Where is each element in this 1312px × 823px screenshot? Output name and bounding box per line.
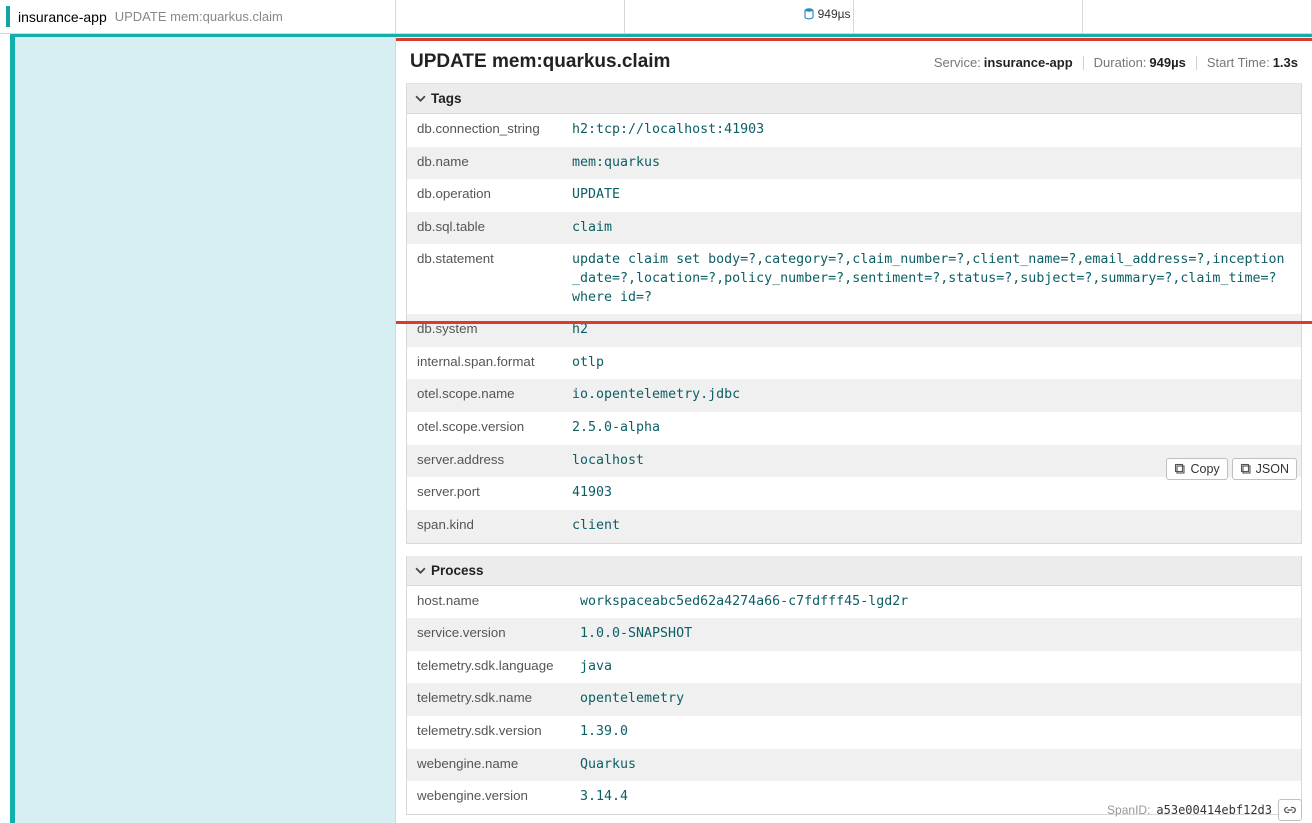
kv-row[interactable]: service.version1.0.0-SNAPSHOT [407, 618, 1301, 651]
service-label: Service: [934, 55, 981, 70]
kv-key: span.kind [417, 517, 572, 536]
kv-value: 41903 [572, 484, 1291, 503]
timeline-track[interactable]: 949µs [396, 0, 1312, 33]
kv-key: webengine.name [417, 756, 580, 775]
kv-row[interactable]: webengine.nameQuarkus [407, 749, 1301, 782]
trace-tree-area[interactable] [15, 37, 396, 823]
span-id-label: SpanID: [1107, 803, 1150, 817]
kv-key: telemetry.sdk.version [417, 723, 580, 742]
kv-key: telemetry.sdk.language [417, 658, 580, 677]
process-section-label: Process [431, 563, 484, 578]
tags-section-label: Tags [431, 91, 462, 106]
deep-link-button[interactable] [1278, 799, 1302, 821]
kv-row[interactable]: otel.scope.version2.5.0-alpha [407, 412, 1301, 445]
kv-row[interactable]: db.statementupdate claim set body=?,cate… [407, 244, 1301, 314]
kv-key: internal.span.format [417, 354, 572, 373]
service-value: insurance-app [984, 55, 1073, 70]
kv-row[interactable]: telemetry.sdk.languagejava [407, 651, 1301, 684]
kv-key: server.port [417, 484, 572, 503]
start-time-value: 1.3s [1273, 55, 1298, 70]
kv-row[interactable]: db.sql.tableclaim [407, 212, 1301, 245]
kv-value: h2:tcp://localhost:41903 [572, 121, 1291, 140]
kv-row[interactable]: telemetry.sdk.nameopentelemetry [407, 683, 1301, 716]
kv-key: host.name [417, 593, 580, 612]
kv-key: db.operation [417, 186, 572, 205]
kv-row[interactable]: otel.scope.nameio.opentelemetry.jdbc [407, 379, 1301, 412]
span-color-marker [6, 6, 10, 27]
kv-key: webengine.version [417, 788, 580, 807]
kv-row[interactable]: db.namemem:quarkus [407, 147, 1301, 180]
kv-value: update claim set body=?,category=?,claim… [572, 251, 1291, 307]
kv-row[interactable]: internal.span.formatotlp [407, 347, 1301, 380]
process-section-toggle[interactable]: Process [406, 556, 1302, 586]
detail-header: UPDATE mem:quarkus.claim Service: insura… [406, 43, 1302, 84]
json-button[interactable]: JSON [1232, 458, 1297, 480]
kv-key: db.sql.table [417, 219, 572, 238]
chevron-down-icon [415, 565, 426, 576]
duration-value: 949µs [1149, 55, 1185, 70]
kv-key: telemetry.sdk.name [417, 690, 580, 709]
tags-section-toggle[interactable]: Tags [406, 84, 1302, 114]
copy-icon [1174, 463, 1186, 475]
kv-key: db.connection_string [417, 121, 572, 140]
kv-value: otlp [572, 354, 1291, 373]
operation-name: UPDATE mem:quarkus.claim [115, 9, 283, 24]
kv-value: io.opentelemetry.jdbc [572, 386, 1291, 405]
timeline-header: insurance-app UPDATE mem:quarkus.claim 9… [0, 0, 1312, 34]
process-table: host.nameworkspaceabc5ed62a4274a66-c7fdf… [406, 586, 1302, 815]
kv-value: 2.5.0-alpha [572, 419, 1291, 438]
service-name: insurance-app [18, 9, 107, 25]
kv-row[interactable]: db.systemh2 [407, 314, 1301, 347]
kv-value: UPDATE [572, 186, 1291, 205]
kv-value: client [572, 517, 1291, 536]
kv-key: db.statement [417, 251, 572, 307]
kv-key: db.name [417, 154, 572, 173]
tags-action-buttons: Copy JSON [1166, 458, 1297, 480]
kv-value: claim [572, 219, 1291, 238]
kv-row[interactable]: host.nameworkspaceabc5ed62a4274a66-c7fdf… [407, 586, 1301, 619]
start-time-label: Start Time: [1207, 55, 1270, 70]
kv-value: 1.0.0-SNAPSHOT [580, 625, 1291, 644]
kv-value: workspaceabc5ed62a4274a66-c7fdfff45-lgd2… [580, 593, 1291, 612]
copy-button[interactable]: Copy [1166, 458, 1227, 480]
kv-key: service.version [417, 625, 580, 644]
kv-row[interactable]: span.kindclient [407, 510, 1301, 543]
kv-key: server.address [417, 452, 572, 471]
span-id-value: a53e00414ebf12d3 [1156, 803, 1272, 817]
kv-value: java [580, 658, 1291, 677]
copy-icon [1240, 463, 1252, 475]
kv-row[interactable]: telemetry.sdk.version1.39.0 [407, 716, 1301, 749]
kv-value: Quarkus [580, 756, 1291, 775]
span-summary[interactable]: insurance-app UPDATE mem:quarkus.claim [0, 0, 396, 33]
chevron-down-icon [415, 93, 426, 104]
kv-key: otel.scope.name [417, 386, 572, 405]
kv-row[interactable]: db.operationUPDATE [407, 179, 1301, 212]
kv-row[interactable]: db.connection_stringh2:tcp://localhost:4… [407, 114, 1301, 147]
duration-label: Duration: [1094, 55, 1147, 70]
detail-title: UPDATE mem:quarkus.claim [410, 51, 934, 73]
kv-value: h2 [572, 321, 1291, 340]
kv-value: 1.39.0 [580, 723, 1291, 742]
span-detail-panel: UPDATE mem:quarkus.claim Service: insura… [396, 37, 1312, 823]
kv-row[interactable]: server.port41903 [407, 477, 1301, 510]
link-icon [1283, 804, 1297, 816]
kv-key: db.system [417, 321, 572, 340]
kv-value: opentelemetry [580, 690, 1291, 709]
kv-key: otel.scope.version [417, 419, 572, 438]
kv-value: mem:quarkus [572, 154, 1291, 173]
span-id-footer: SpanID: a53e00414ebf12d3 [1107, 799, 1302, 821]
db-icon [804, 8, 814, 20]
duration-chip: 949µs [804, 7, 851, 21]
